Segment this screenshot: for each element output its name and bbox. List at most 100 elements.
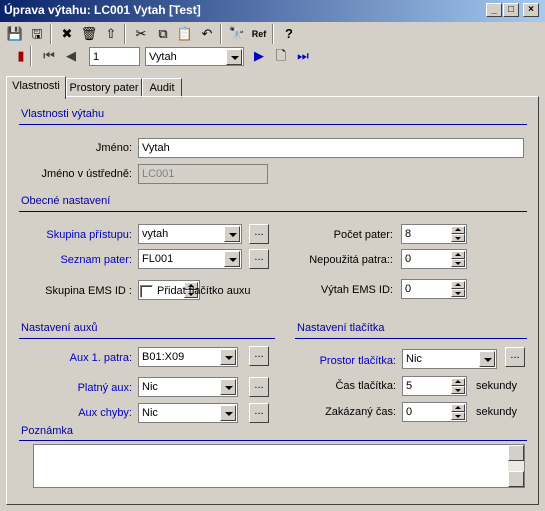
central-name-field: LC001	[138, 164, 268, 184]
floor-list-browse-button[interactable]: ...	[249, 249, 269, 269]
stepper-up-icon[interactable]	[451, 226, 465, 234]
save-all-icon[interactable]: 🖫	[26, 24, 48, 44]
error-aux-select[interactable]: Nic	[138, 403, 238, 423]
record-select[interactable]: Vytah	[145, 47, 244, 66]
valid-aux-select[interactable]: Nic	[138, 377, 238, 397]
access-group-select[interactable]: vytah	[138, 224, 242, 244]
delete-x-icon[interactable]: ✖	[56, 24, 78, 44]
button-space-browse-button[interactable]: ...	[505, 347, 525, 367]
name-label: Jméno:	[95, 142, 132, 154]
floor-list-select[interactable]: FL001	[138, 249, 242, 269]
aux1-label[interactable]: Aux 1. patra:	[20, 352, 132, 364]
unused-floors-stepper[interactable]: 0	[401, 249, 467, 269]
stepper-up-icon[interactable]	[451, 281, 465, 289]
section-divider	[295, 338, 527, 339]
records-icon[interactable]: ▮	[10, 46, 32, 66]
note-scrollbar[interactable]	[508, 445, 524, 487]
elevator-ems-stepper[interactable]: 0	[401, 279, 467, 299]
toolbar-separator	[50, 24, 52, 44]
first-record-icon[interactable]: ⏮	[38, 46, 60, 66]
floor-count-stepper[interactable]: 8	[401, 224, 467, 244]
access-group-browse-button[interactable]: ...	[249, 224, 269, 244]
copy-icon[interactable]: ⧉	[152, 24, 174, 44]
stepper-down-icon[interactable]	[451, 386, 465, 394]
aux1-browse-button[interactable]: ...	[249, 346, 269, 366]
error-aux-value: Nic	[142, 407, 158, 419]
section-divider	[19, 338, 275, 339]
stepper-up-icon[interactable]	[451, 251, 465, 259]
valid-aux-browse-button[interactable]: ...	[249, 377, 269, 397]
error-aux-label[interactable]: Aux chyby:	[20, 407, 132, 419]
toolbar-main: 💾 🖫 ✖ 🗑 ⇧ ✂ ⧉ 📋 ↶ 🔭 Ref?	[4, 24, 324, 44]
cut-icon[interactable]: ✂	[130, 24, 152, 44]
tab-prostory-pater[interactable]: Prostory pater	[66, 78, 142, 98]
central-name-label: Jméno v ústředně:	[41, 168, 133, 180]
name-field[interactable]: Vytah	[138, 138, 524, 158]
seconds-unit-label: sekundy	[476, 380, 517, 392]
refresh-ref-icon[interactable]: Ref	[248, 24, 270, 44]
upload-icon[interactable]: ⇧	[100, 24, 122, 44]
maximize-button[interactable]: □	[503, 3, 519, 17]
tab-vlastnosti[interactable]: Vlastnosti	[6, 76, 66, 99]
unused-floors-value: 0	[405, 253, 412, 265]
chevron-down-icon[interactable]	[220, 349, 236, 365]
help-icon[interactable]: ?	[278, 24, 300, 44]
aux1-select[interactable]: B01:X09	[138, 347, 238, 367]
next-record-icon[interactable]: ▶	[248, 46, 270, 66]
floor-list-label[interactable]: Seznam pater:	[20, 254, 132, 266]
record-number-input[interactable]: 1	[89, 47, 140, 66]
stepper-up-icon[interactable]	[451, 378, 465, 386]
find-icon[interactable]: 🔭	[226, 24, 248, 44]
chevron-down-icon[interactable]	[479, 351, 495, 367]
button-time-stepper[interactable]: 5	[402, 376, 467, 396]
stepper-down-icon[interactable]	[451, 259, 465, 267]
note-textarea[interactable]	[33, 444, 525, 488]
floor-count-value: 8	[405, 228, 412, 240]
stepper-down-icon[interactable]	[451, 289, 465, 297]
button-space-value: Nic	[406, 353, 422, 365]
stepper-up-icon[interactable]	[451, 404, 465, 412]
blocked-time-label: Zakázaný čas:	[325, 406, 396, 418]
stepper-down-icon[interactable]	[451, 234, 465, 242]
trash-icon[interactable]: 🗑	[78, 24, 100, 44]
button-space-select[interactable]: Nic	[402, 349, 497, 369]
add-aux-label: Přidat tlačítko auxu	[157, 285, 251, 297]
button-space-label[interactable]: Prostor tlačítka:	[290, 355, 396, 367]
floor-count-label: Počet pater:	[333, 229, 393, 241]
section-title-properties: Vlastnosti výtahu	[21, 108, 105, 120]
paste-icon[interactable]: 📋	[174, 24, 196, 44]
access-group-value: vytah	[142, 228, 169, 240]
previous-record-icon[interactable]: ◀	[60, 46, 82, 66]
chevron-down-icon[interactable]	[224, 226, 240, 242]
stepper-down-icon[interactable]	[451, 412, 465, 420]
scroll-down-icon[interactable]	[508, 471, 524, 487]
new-document-icon[interactable]: 🗋	[270, 46, 292, 66]
close-button[interactable]: ×	[523, 3, 539, 17]
section-title-note: Poznámka	[21, 425, 73, 437]
valid-aux-label[interactable]: Platný aux:	[20, 382, 132, 394]
record-select-value: Vytah	[149, 51, 177, 63]
chevron-down-icon[interactable]	[220, 405, 236, 421]
floor-list-value: FL001	[142, 253, 174, 265]
blocked-time-value: 0	[406, 406, 413, 418]
access-group-label[interactable]: Skupina přístupu:	[20, 229, 132, 241]
section-divider	[19, 440, 527, 441]
scroll-up-icon[interactable]	[508, 445, 524, 461]
toolbar-separator	[30, 46, 32, 66]
ems-group-label: Skupina EMS ID :	[45, 285, 132, 297]
chevron-down-icon[interactable]	[220, 379, 236, 395]
section-title-general: Obecné nastavení	[21, 195, 111, 207]
error-aux-browse-button[interactable]: ...	[249, 403, 269, 423]
add-aux-checkbox[interactable]	[140, 285, 153, 298]
button-time-value: 5	[406, 380, 413, 392]
tab-audit[interactable]: Audit	[142, 78, 182, 98]
last-record-icon[interactable]: ⏭	[292, 46, 314, 66]
chevron-down-icon[interactable]	[226, 49, 242, 65]
toolbar-separator	[272, 24, 274, 44]
blocked-time-stepper[interactable]: 0	[402, 402, 467, 422]
toolbar-separator	[124, 24, 126, 44]
minimize-button[interactable]: _	[486, 3, 502, 17]
undo-icon[interactable]: ↶	[196, 24, 218, 44]
chevron-down-icon[interactable]	[224, 251, 240, 267]
save-icon[interactable]: 💾	[4, 24, 26, 44]
